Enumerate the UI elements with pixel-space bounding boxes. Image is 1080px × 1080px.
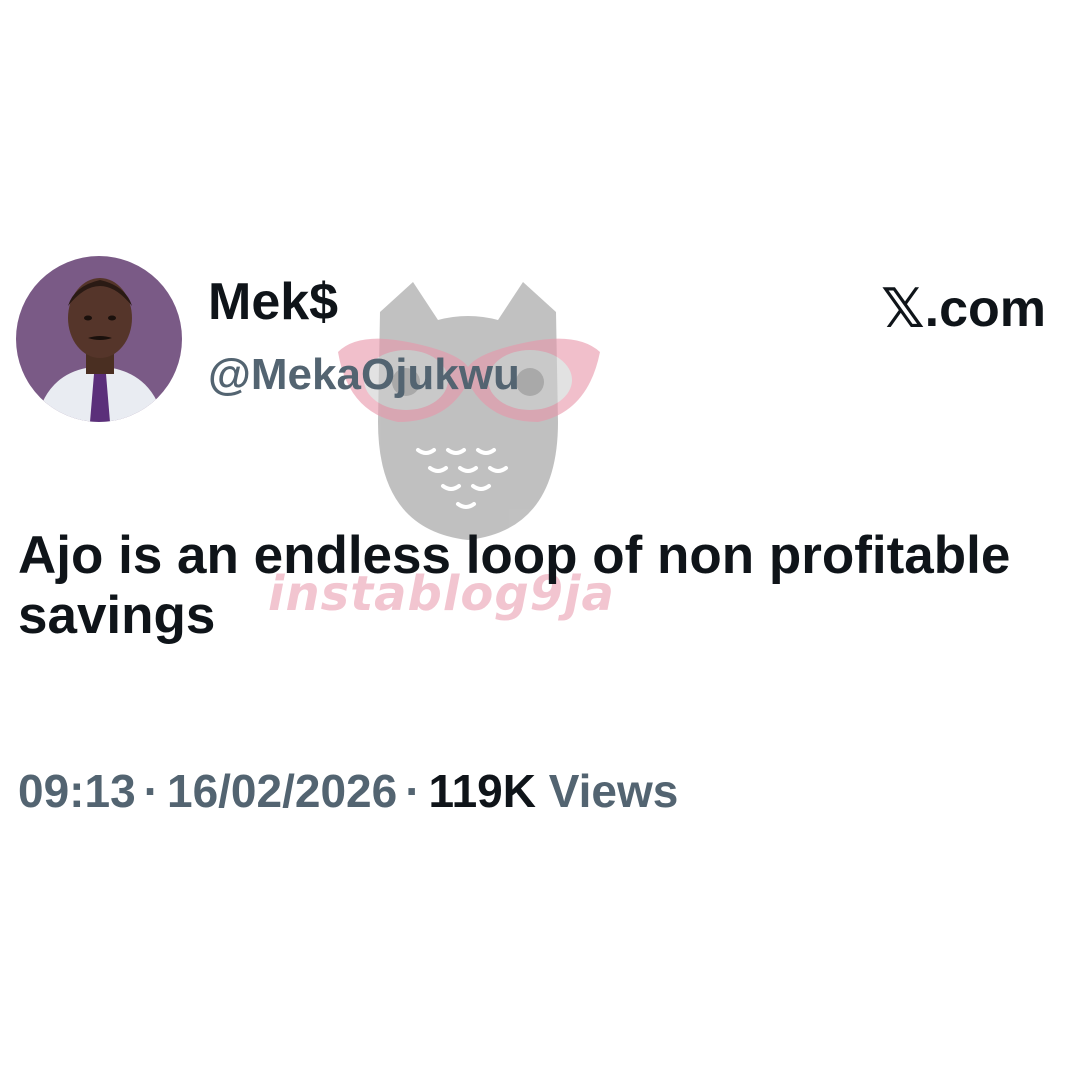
display-name[interactable]: Mek$ [208,276,338,328]
tweet-date[interactable]: 16/02/2026 [167,765,397,817]
tweet-card: instablog9ja Mek$ @MekaOjukwu 𝕏 .com Ajo… [0,0,1080,1080]
meta-separator: · [143,765,159,817]
views-label: Views [548,765,679,817]
tweet-time[interactable]: 09:13 [18,765,136,817]
views-count: 119K [428,765,536,817]
tweet-meta: 09:13 · 16/02/2026 · 119K Views [18,768,678,814]
tweet-text: Ajo is an endless loop of non profitable… [18,526,1011,645]
x-logo-icon: 𝕏 [881,277,925,340]
x-com-brand: 𝕏 .com [881,282,1046,336]
meta-separator: · [405,765,421,817]
profile-photo-image [16,256,182,422]
brand-domain: .com [924,280,1046,338]
avatar[interactable] [16,256,182,422]
user-handle[interactable]: @MekaOjukwu [208,353,520,397]
